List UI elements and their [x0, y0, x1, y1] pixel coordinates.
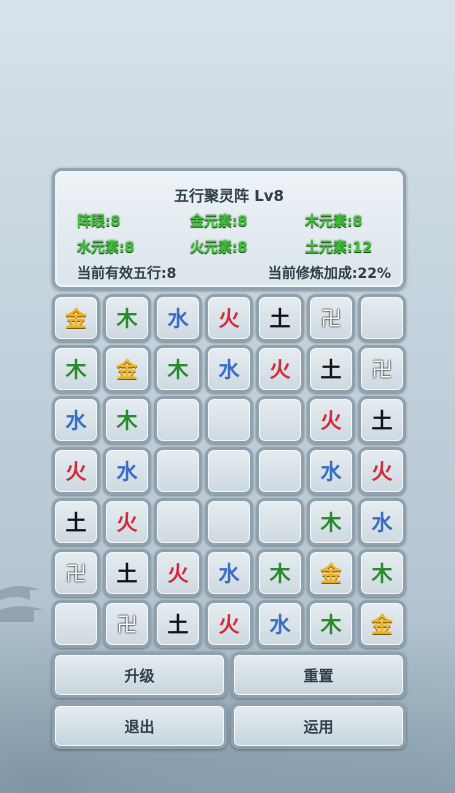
grid-cell-empty[interactable] — [154, 396, 202, 444]
grid-cell[interactable]: 火 — [205, 294, 253, 342]
pagoda-silhouette-icon — [0, 586, 44, 622]
grid-cell[interactable]: 金 — [358, 600, 406, 648]
grid-cell[interactable]: 卍 — [103, 600, 151, 648]
grid-cell[interactable]: 木 — [307, 600, 355, 648]
grid-cell[interactable]: 火 — [256, 345, 304, 393]
grid-cell[interactable]: 土 — [256, 294, 304, 342]
grid-cell[interactable]: 木 — [307, 498, 355, 546]
grid-cell[interactable]: 水 — [307, 447, 355, 495]
grid-cell[interactable]: 木 — [256, 549, 304, 597]
grid-cell[interactable]: 木 — [52, 345, 100, 393]
grid-cell[interactable]: 水 — [358, 498, 406, 546]
grid-cell[interactable]: 金 — [307, 549, 355, 597]
grid-cell-empty[interactable] — [256, 396, 304, 444]
element-grid: 金木水火土卍木金木水火土卍水木火土火水水火土火木水卍土火水木金木卍土火水木金 — [52, 294, 406, 650]
stat-wood: 木元素:8 — [305, 214, 363, 230]
grid-cell[interactable]: 火 — [205, 600, 253, 648]
active-elements-label: 当前有效五行:8 — [77, 266, 177, 282]
grid-cell-empty[interactable] — [358, 294, 406, 342]
grid-cell-empty[interactable] — [256, 447, 304, 495]
grid-cell[interactable]: 火 — [52, 447, 100, 495]
exit-button[interactable]: 退出 — [52, 703, 227, 749]
grid-cell[interactable]: 卍 — [358, 345, 406, 393]
stat-formation-eye: 阵眼:8 — [77, 214, 121, 230]
stat-earth: 土元素:12 — [305, 240, 373, 256]
stat-water: 水元素:8 — [77, 240, 135, 256]
grid-cell-empty[interactable] — [154, 447, 202, 495]
grid-cell-empty[interactable] — [154, 498, 202, 546]
cultivation-bonus-label: 当前修炼加成:22% — [267, 266, 391, 282]
grid-cell[interactable]: 水 — [52, 396, 100, 444]
stat-fire: 火元素:8 — [190, 240, 248, 256]
grid-cell[interactable]: 金 — [52, 294, 100, 342]
grid-cell[interactable]: 水 — [205, 549, 253, 597]
grid-cell[interactable]: 水 — [103, 447, 151, 495]
grid-cell-empty[interactable] — [205, 396, 253, 444]
grid-cell[interactable]: 水 — [154, 294, 202, 342]
apply-button[interactable]: 运用 — [231, 703, 406, 749]
grid-cell[interactable]: 卍 — [307, 294, 355, 342]
grid-cell[interactable]: 火 — [103, 498, 151, 546]
reset-button[interactable]: 重置 — [231, 652, 406, 698]
grid-cell[interactable]: 土 — [358, 396, 406, 444]
grid-cell[interactable]: 土 — [103, 549, 151, 597]
grid-cell[interactable]: 火 — [307, 396, 355, 444]
grid-cell-empty[interactable] — [52, 600, 100, 648]
grid-cell[interactable]: 土 — [52, 498, 100, 546]
grid-cell[interactable]: 木 — [103, 396, 151, 444]
grid-cell-empty[interactable] — [256, 498, 304, 546]
grid-cell[interactable]: 土 — [154, 600, 202, 648]
grid-cell[interactable]: 卍 — [52, 549, 100, 597]
grid-cell-empty[interactable] — [205, 498, 253, 546]
stat-metal: 金元素:8 — [190, 214, 248, 230]
grid-cell[interactable]: 木 — [103, 294, 151, 342]
grid-cell[interactable]: 火 — [358, 447, 406, 495]
grid-cell[interactable]: 木 — [154, 345, 202, 393]
formation-title: 五行聚灵阵 Lv8 — [174, 187, 284, 205]
grid-cell[interactable]: 水 — [256, 600, 304, 648]
grid-cell[interactable]: 土 — [307, 345, 355, 393]
grid-cell[interactable]: 金 — [103, 345, 151, 393]
upgrade-button[interactable]: 升级 — [52, 652, 227, 698]
grid-cell-empty[interactable] — [205, 447, 253, 495]
grid-cell[interactable]: 木 — [358, 549, 406, 597]
grid-cell[interactable]: 水 — [205, 345, 253, 393]
grid-cell[interactable]: 火 — [154, 549, 202, 597]
formation-info-panel: 五行聚灵阵 Lv8 阵眼:8 金元素:8 木元素:8 水元素:8 火元素:8 土… — [52, 168, 406, 290]
